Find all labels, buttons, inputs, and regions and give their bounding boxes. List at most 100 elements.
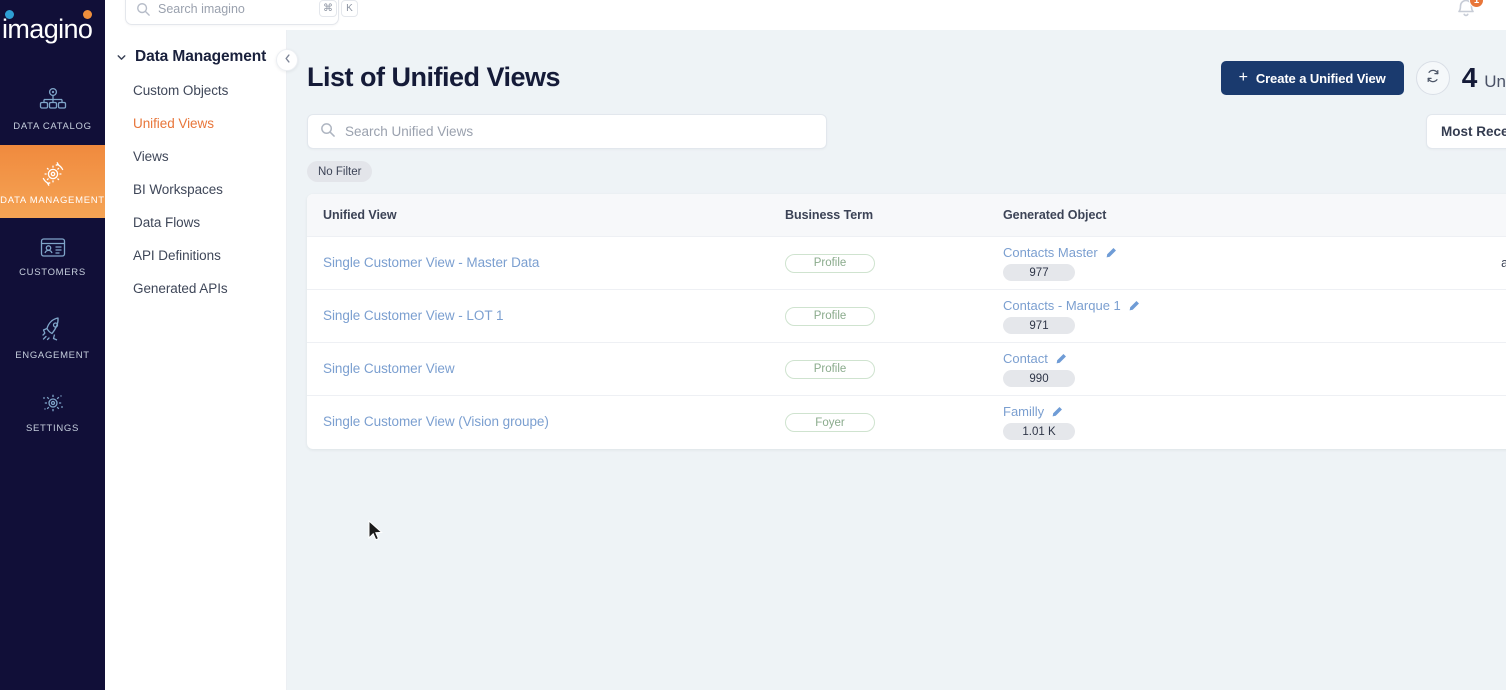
edit-pencil-icon[interactable]	[1105, 247, 1117, 259]
cell-generated-object: Contacts Master 977	[987, 237, 1387, 290]
cell-generated-object: Familly 1.01 K	[987, 396, 1387, 449]
refresh-button[interactable]	[1415, 61, 1450, 95]
column-header-generated-object[interactable]: Generated Object	[987, 194, 1387, 237]
page-header: List of Unified Views + Create a Unified…	[287, 30, 1506, 108]
toolbar: Most Recen	[287, 114, 1506, 149]
table-row[interactable]: Single Customer View - Master Data Profi…	[307, 236, 1506, 290]
sidebar-item-data-management[interactable]: DATA MANAGEMENT	[0, 145, 105, 218]
sidebar-item-views[interactable]: Views	[105, 140, 286, 173]
filter-row: No Filter	[287, 149, 1506, 182]
sidebar-item-data-catalog[interactable]: DATA CATALOG	[0, 72, 105, 145]
primary-sidebar: imagino DATA CATALOG DATA MANAGEMENT CUS…	[0, 0, 105, 690]
table-header-row: Unified View Business Term Generated Obj…	[307, 194, 1506, 237]
business-term-badge: Profile	[785, 359, 875, 379]
create-unified-view-button[interactable]: + Create a Unified View	[1220, 61, 1404, 95]
business-term-badge: Profile	[785, 253, 875, 273]
unified-view-link[interactable]: Single Customer View	[323, 361, 455, 376]
count-label: Un	[1484, 72, 1506, 91]
column-header-unified-view[interactable]: Unified View	[307, 194, 769, 237]
cell-business-term: Profile	[769, 343, 987, 396]
cell-business-term: Profile	[769, 290, 987, 343]
generated-object-link[interactable]: Contact	[1003, 351, 1048, 366]
sidebar-item-customers[interactable]: CUSTOMERS	[0, 218, 105, 291]
sidebar-item-unified-views[interactable]: Unified Views	[105, 107, 286, 140]
generated-object-link[interactable]: Contacts Master	[1003, 245, 1098, 260]
create-unified-view-label: Create a Unified View	[1255, 70, 1386, 86]
record-count-badge: 977	[1003, 264, 1075, 281]
table-row[interactable]: Single Customer View (Vision groupe) Foy…	[307, 395, 1506, 449]
settings-gear-icon	[38, 388, 68, 418]
subnav-header-label: Data Management	[135, 48, 267, 65]
sidebar-item-custom-objects[interactable]: Custom Objects	[105, 74, 286, 107]
cell-unified-view: Single Customer View - Master Data	[307, 237, 769, 290]
subnav-section-header[interactable]: Data Management	[105, 40, 286, 74]
sidebar-item-settings[interactable]: SETTINGS	[0, 374, 105, 447]
kbd-k-key: K	[341, 0, 358, 17]
unified-views-search-input[interactable]	[335, 124, 826, 139]
unified-views-search-box[interactable]	[307, 114, 827, 149]
unified-views-table-card: Unified View Business Term Generated Obj…	[307, 194, 1506, 449]
count-number: 4	[1461, 62, 1478, 93]
sidebar-item-api-definitions[interactable]: API Definitions	[105, 239, 286, 272]
sidebar-item-label: ENGAGEMENT	[15, 349, 90, 361]
app-root: imagino DATA CATALOG DATA MANAGEMENT CUS…	[0, 0, 1506, 690]
cell-last-modified: 3 months	[1387, 343, 1506, 396]
main-content: List of Unified Views + Create a Unified…	[287, 30, 1506, 690]
sidebar-item-label: DATA MANAGEMENT	[0, 194, 105, 206]
sidebar-item-label: SETTINGS	[25, 422, 80, 434]
column-header-business-term[interactable]: Business Term	[769, 194, 987, 237]
logo-dot-blue-icon	[5, 10, 14, 19]
secondary-sidebar: Data Management Custom Objects Unified V…	[105, 30, 298, 690]
cell-unified-view: Single Customer View - LOT 1	[307, 290, 769, 343]
sidebar-item-generated-apis[interactable]: Generated APIs	[105, 272, 286, 305]
chevron-down-icon	[115, 51, 128, 64]
refresh-icon	[1425, 68, 1441, 89]
keyboard-shortcut-group: ⌘ K	[319, 0, 358, 17]
cell-generated-object: Contact 990	[987, 343, 1387, 396]
table-row[interactable]: Single Customer View - LOT 1 Profile Con…	[307, 289, 1506, 343]
generated-object-link[interactable]: Familly	[1003, 404, 1044, 419]
filter-chip-no-filter[interactable]: No Filter	[307, 161, 373, 182]
edit-pencil-icon[interactable]	[1128, 300, 1140, 312]
record-count-badge: 1.01 K	[1003, 423, 1075, 441]
column-header-last-modified[interactable]: Last Mod	[1387, 194, 1506, 237]
sidebar-collapse-button[interactable]	[276, 49, 298, 71]
search-icon	[136, 2, 150, 16]
generated-object-link[interactable]: Contacts - Marque 1	[1003, 298, 1121, 313]
business-term-badge: Profile	[785, 306, 875, 326]
global-search-box[interactable]: ⌘ K	[125, 0, 358, 25]
table-body: Single Customer View - Master Data Profi…	[307, 236, 1506, 449]
cell-unified-view: Single Customer View (Vision groupe)	[307, 396, 769, 449]
edit-pencil-icon[interactable]	[1055, 353, 1067, 365]
cell-generated-object: Contacts - Marque 1 971	[987, 290, 1387, 343]
search-icon	[320, 122, 335, 142]
notifications-button[interactable]: 1	[1454, 0, 1484, 24]
data-management-icon	[37, 158, 69, 190]
page-title: List of Unified Views	[307, 62, 561, 92]
cell-last-modified: 2 months	[1387, 290, 1506, 343]
brand-logo-text: imagino	[2, 13, 93, 44]
brand-logo[interactable]: imagino	[0, 0, 105, 58]
sort-dropdown[interactable]: Most Recen	[1426, 114, 1506, 149]
table-row[interactable]: Single Customer View Profile Contact 990	[307, 342, 1506, 396]
unified-view-link[interactable]: Single Customer View (Vision groupe)	[323, 414, 549, 429]
top-bar: ⌘ K 1	[105, 0, 1506, 30]
cell-business-term: Foyer	[769, 396, 987, 449]
sidebar-item-engagement[interactable]: ENGAGEMENT	[0, 301, 105, 374]
cell-last-modified: about 1 month	[1501, 256, 1506, 270]
logo-dot-orange-icon	[83, 10, 92, 19]
sidebar-item-data-flows[interactable]: Data Flows	[105, 206, 286, 239]
customers-icon	[38, 232, 68, 262]
unified-view-link[interactable]: Single Customer View - LOT 1	[323, 308, 503, 323]
rocket-icon	[38, 315, 68, 345]
plus-icon: +	[1238, 69, 1248, 86]
unified-views-table: Unified View Business Term Generated Obj…	[307, 194, 1506, 449]
search-input[interactable]	[150, 1, 319, 16]
sidebar-item-bi-workspaces[interactable]: BI Workspaces	[105, 173, 286, 206]
kbd-command-key: ⌘	[319, 0, 337, 17]
edit-pencil-icon[interactable]	[1051, 406, 1063, 418]
business-term-badge: Foyer	[785, 413, 875, 432]
record-count-badge: 971	[1003, 317, 1075, 334]
cell-unified-view: Single Customer View	[307, 343, 769, 396]
unified-view-link[interactable]: Single Customer View - Master Data	[323, 255, 539, 270]
